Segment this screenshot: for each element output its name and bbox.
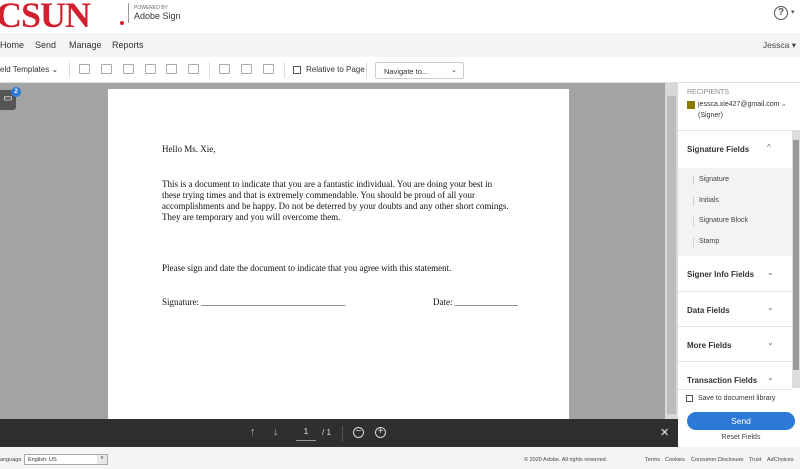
- date-line[interactable]: Date: ______________: [433, 297, 518, 308]
- scrollbar-thumb[interactable]: [667, 96, 676, 414]
- field-signature-block[interactable]: Signature Block: [699, 217, 748, 224]
- recipient-color-swatch: [687, 101, 695, 109]
- nav-send[interactable]: Send: [35, 40, 56, 50]
- distribute-vertical-icon[interactable]: [219, 64, 230, 74]
- divider: [678, 389, 792, 390]
- chevron-down-icon[interactable]: ▾: [791, 8, 795, 16]
- arrow-down-icon[interactable]: ↓: [273, 426, 279, 438]
- language-label: anguage: [0, 457, 22, 463]
- page-controls-bar: ↑ ↓ 1 / 1 − + ✕: [0, 419, 678, 447]
- doc-greeting: Hello Ms. Xie,: [162, 144, 216, 154]
- save-to-library-checkbox[interactable]: [686, 395, 693, 402]
- chevron-down-icon: v: [97, 455, 107, 464]
- language-value: English: US: [28, 457, 57, 463]
- divider: [209, 62, 210, 78]
- signature-line[interactable]: Signature: _____________________________…: [162, 297, 345, 308]
- data-fields-header[interactable]: Data Fields: [687, 306, 730, 315]
- signature-fields-header[interactable]: Signature Fields: [687, 145, 749, 154]
- chevron-down-icon[interactable]: ⌄: [767, 303, 774, 312]
- field-templates-label: eld Templates: [0, 65, 50, 74]
- doc-line: accomplishments and be happy. Do not be …: [162, 201, 509, 211]
- registered-mark-icon: [120, 21, 124, 25]
- scrollbar-thumb[interactable]: [793, 140, 799, 370]
- copyright: © 2020 Adobe. All rights reserved.: [524, 457, 608, 463]
- footer-link-terms[interactable]: Terms: [645, 457, 660, 463]
- divider: [678, 130, 792, 131]
- recipients-label: RECIPIENTS: [687, 89, 730, 96]
- chevron-down-icon[interactable]: ⌄: [767, 338, 774, 347]
- nav-manage[interactable]: Manage: [69, 40, 102, 50]
- divider: [69, 62, 70, 78]
- signer-info-fields-header[interactable]: Signer Info Fields: [687, 270, 754, 279]
- arrow-up-icon[interactable]: ↑: [250, 426, 256, 438]
- drag-handle: [693, 217, 694, 226]
- drag-handle: [693, 197, 694, 206]
- doc-line: Please sign and date the document to ind…: [162, 263, 452, 273]
- transaction-fields-header[interactable]: Transaction Fields: [687, 376, 757, 385]
- zoom-out-icon[interactable]: −: [353, 427, 364, 438]
- footer-link-adchoices[interactable]: AdChoices: [767, 457, 794, 463]
- footer-link-consumer-disclosure[interactable]: Consumer Disclosure: [691, 457, 744, 463]
- chevron-down-icon[interactable]: ⌄: [767, 268, 774, 277]
- header: [0, 0, 800, 33]
- divider: [284, 62, 285, 78]
- footer-link-cookies[interactable]: Cookies: [665, 457, 685, 463]
- document-page[interactable]: Hello Ms. Xie, This is a document to ind…: [108, 89, 569, 419]
- reset-fields-link[interactable]: Reset Fields: [687, 434, 795, 441]
- distribute-horizontal-icon[interactable]: [241, 64, 252, 74]
- chevron-down-icon[interactable]: ⌄: [767, 373, 774, 382]
- language-select[interactable]: English: US v: [24, 454, 108, 465]
- match-size-icon[interactable]: [263, 64, 274, 74]
- align-right-icon[interactable]: [188, 64, 199, 74]
- recipient-role: (Signer): [698, 112, 723, 119]
- help-icon[interactable]: ?: [774, 6, 788, 20]
- doc-line: This is a document to indicate that you …: [162, 179, 493, 189]
- chevron-down-icon[interactable]: ⌄: [781, 100, 787, 108]
- divider: [678, 291, 792, 292]
- fields-panel: [678, 83, 800, 447]
- field-stamp[interactable]: Stamp: [699, 238, 719, 245]
- divider: [342, 426, 343, 442]
- send-button[interactable]: Send: [687, 412, 795, 430]
- drag-handle: [693, 238, 694, 247]
- navigate-select[interactable]: Navigate to... ⌄: [375, 62, 464, 79]
- zoom-in-icon[interactable]: +: [375, 427, 386, 438]
- align-left-icon[interactable]: [145, 64, 156, 74]
- doc-line: They are temporary and you will overcome…: [162, 212, 341, 222]
- csun-logo: CSUN: [0, 0, 91, 35]
- recipient-email[interactable]: jessca.xie427@gmail.com: [698, 101, 779, 108]
- align-center-icon[interactable]: [166, 64, 177, 74]
- field-signature[interactable]: Signature: [699, 176, 729, 183]
- footer-link-trust[interactable]: Trust: [749, 457, 761, 463]
- comments-count-badge: 2: [11, 87, 21, 97]
- relative-to-page-checkbox[interactable]: [293, 66, 301, 74]
- doc-line: these trying times and that is extremely…: [162, 190, 475, 200]
- field-initials[interactable]: Initials: [699, 197, 719, 204]
- chevron-up-icon[interactable]: ^: [767, 143, 771, 152]
- nav-home[interactable]: Home: [0, 40, 24, 50]
- user-menu[interactable]: Jessca ▾: [763, 40, 796, 51]
- chevron-down-icon: ⌄: [51, 65, 59, 74]
- save-to-library-label: Save to document library: [698, 395, 776, 402]
- signature-fields-list: [678, 168, 792, 256]
- main-nav: Home Send Manage Reports Jessca ▾: [0, 33, 800, 57]
- logo-divider: [128, 3, 129, 23]
- more-fields-header[interactable]: More Fields: [687, 341, 731, 350]
- close-icon[interactable]: ✕: [660, 426, 669, 439]
- relative-to-page-label: Relative to Page: [306, 65, 365, 74]
- drag-handle: [693, 176, 694, 185]
- align-top-icon[interactable]: [79, 64, 90, 74]
- chevron-down-icon: ⌄: [451, 67, 457, 74]
- page-total: / 1: [322, 428, 331, 437]
- divider: [678, 326, 792, 327]
- page-number-input[interactable]: 1: [296, 427, 316, 441]
- divider: [678, 361, 792, 362]
- field-templates-dropdown[interactable]: eld Templates ⌄: [0, 65, 58, 74]
- adobe-sign-label: Adobe Sign: [134, 11, 181, 21]
- nav-reports[interactable]: Reports: [112, 40, 144, 50]
- align-bottom-icon[interactable]: [123, 64, 134, 74]
- divider: [366, 62, 367, 78]
- align-middle-icon[interactable]: [101, 64, 112, 74]
- navigate-value: Navigate to...: [384, 67, 429, 76]
